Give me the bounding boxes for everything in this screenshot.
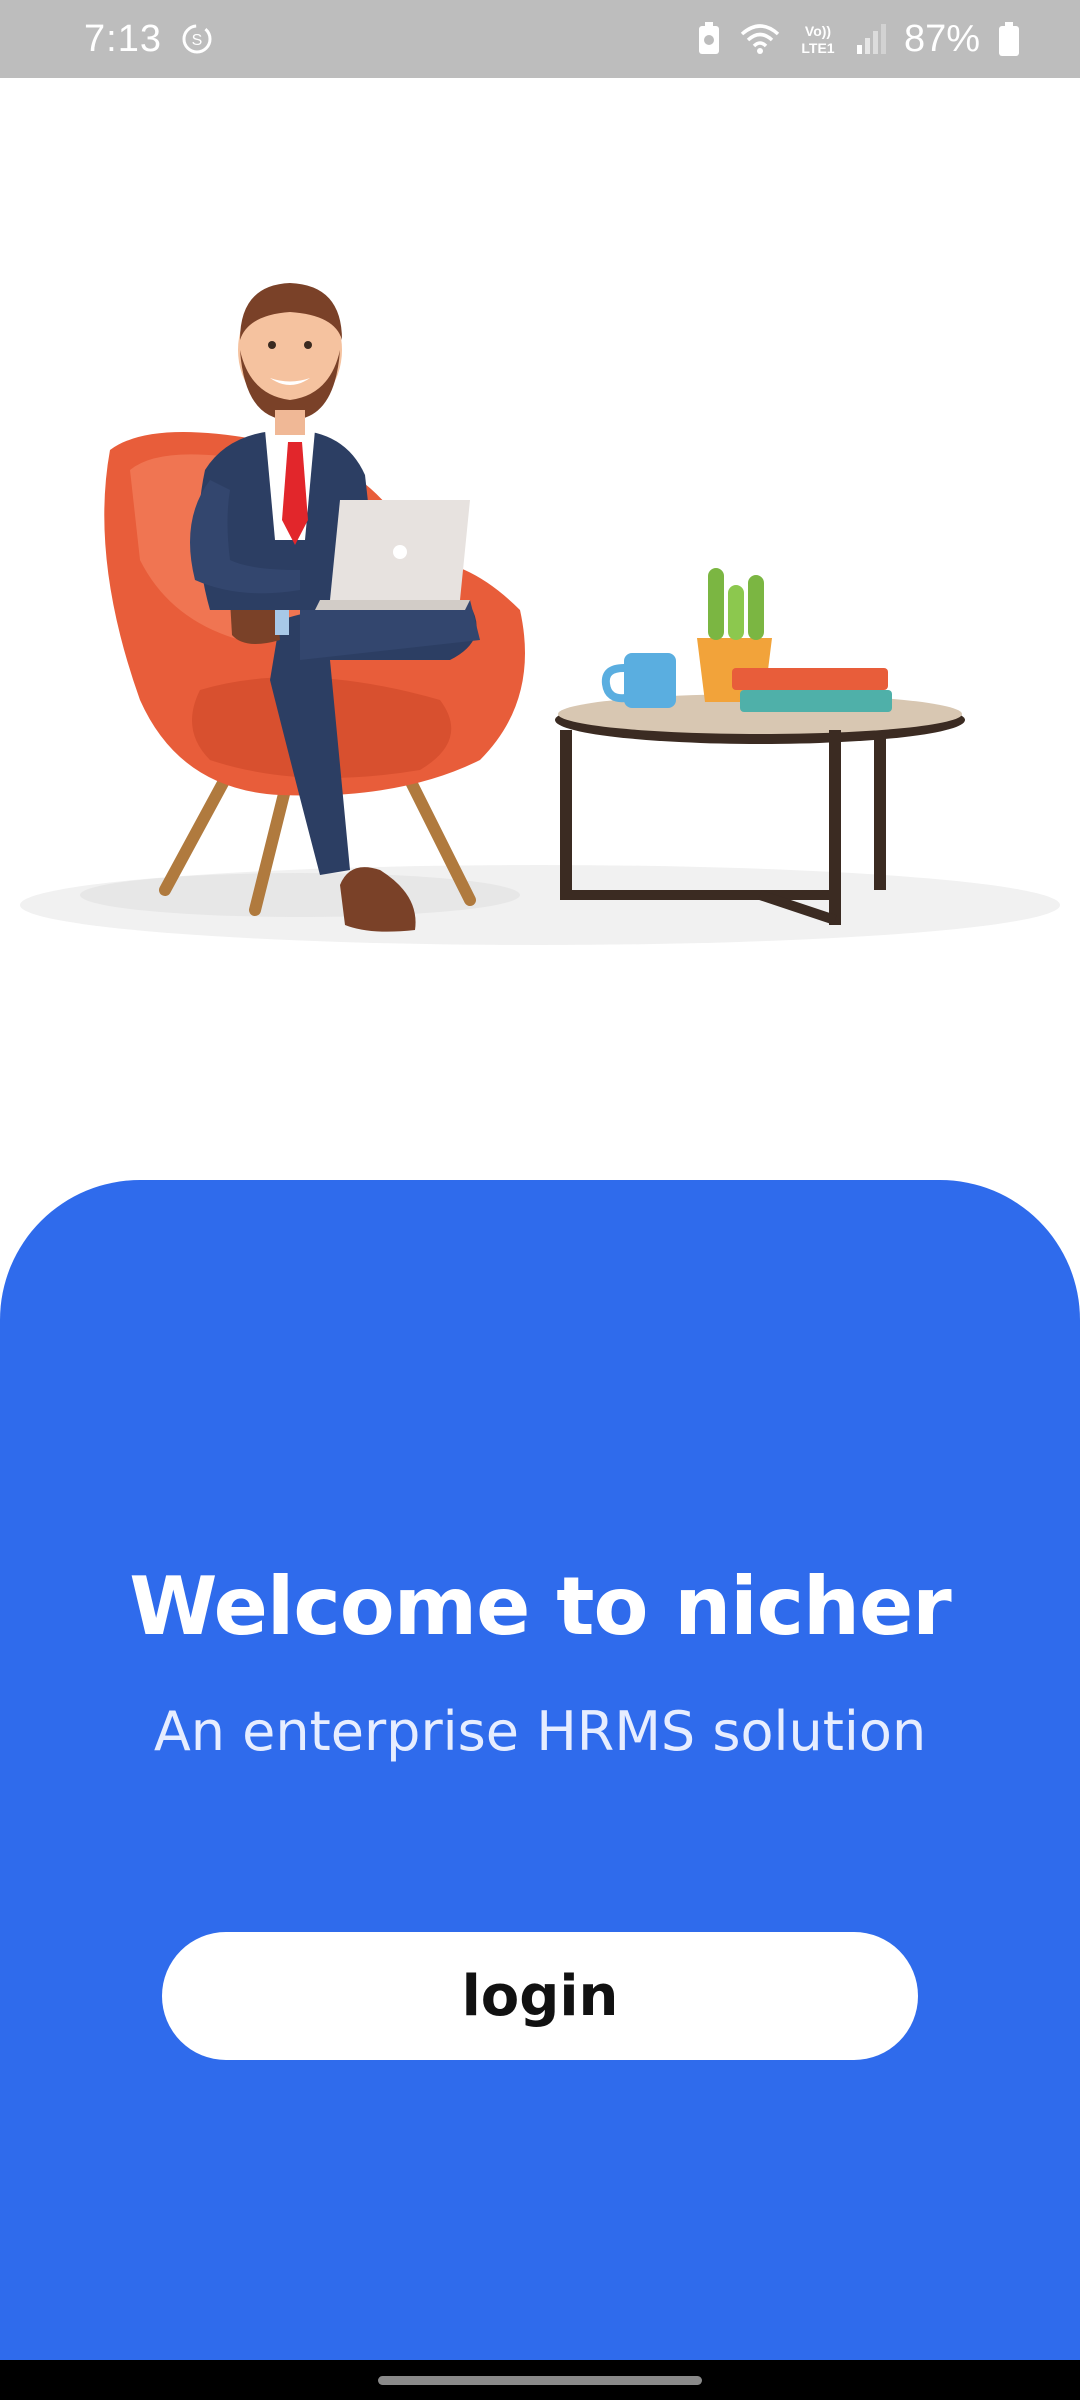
volte-lte-icon: Vo)) LTE1 [798,21,838,57]
status-bar: 7:13 S Vo)) LTE1 87% [0,0,1080,78]
battery-percent: 87% [903,17,980,60]
status-left: 7:13 S [84,18,214,61]
battery-icon [998,21,1020,57]
welcome-title: Welcome to nicher [129,1560,951,1653]
svg-text:Vo)): Vo)) [805,23,831,39]
navigation-bar [0,2360,1080,2400]
svg-text:LTE1: LTE1 [801,40,834,56]
welcome-subtitle: An enterprise HRMS solution [153,1700,927,1763]
hero-illustration [0,78,1080,1178]
sync-icon: S [180,22,214,56]
welcome-panel [0,1180,1080,2360]
home-indicator[interactable] [378,2376,702,2385]
signal-icon [856,23,886,55]
svg-text:S: S [192,32,203,49]
status-right: Vo)) LTE1 87% [696,18,1020,61]
login-button[interactable]: login [162,1932,918,2060]
wifi-icon [740,22,780,56]
battery-saver-icon [696,21,722,57]
status-time: 7:13 [84,17,162,60]
man-in-armchair-illustration [20,283,1060,945]
